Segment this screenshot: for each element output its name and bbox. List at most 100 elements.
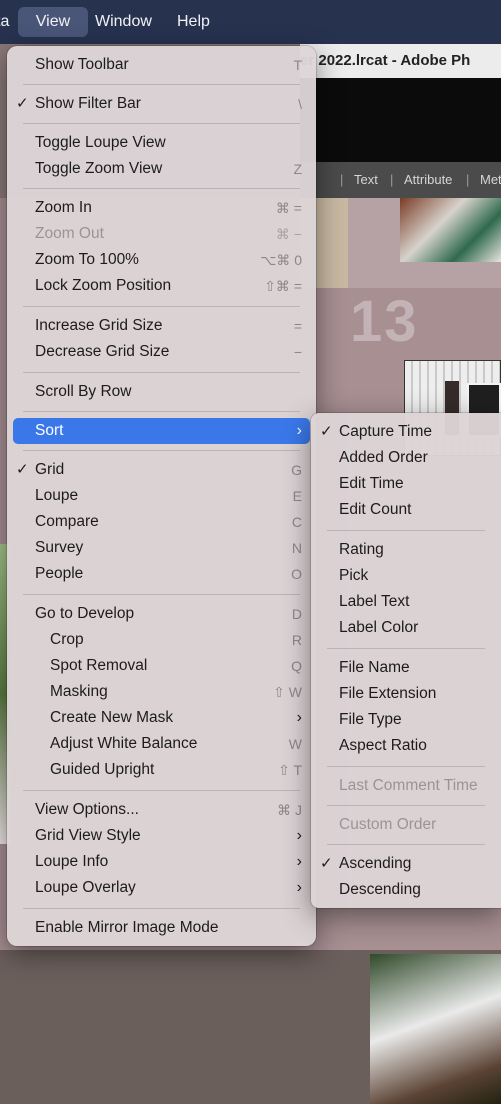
photo-thumbnail[interactable] [400, 198, 501, 262]
sort-item-aspect-ratio[interactable]: Aspect Ratio [317, 733, 501, 759]
menu-item-compare[interactable]: Compare C [13, 509, 310, 535]
sort-item-file-extension[interactable]: File Extension [317, 681, 501, 707]
menu-item-zoom-in[interactable]: Zoom In ⌘ = [13, 195, 310, 221]
filter-metadata-tab[interactable]: Met [480, 162, 501, 198]
menu-item-label: Descending [339, 881, 421, 898]
menu-item-label: Ascending [339, 855, 412, 872]
menu-item-lock-zoom-position[interactable]: Lock Zoom Position ⇧⌘ = [13, 273, 310, 299]
menu-item-crop[interactable]: Crop R [13, 627, 310, 653]
menu-item-label: File Extension [339, 685, 437, 702]
menu-separator [327, 844, 485, 845]
sort-item-capture-time[interactable]: ✓ Capture Time [317, 419, 501, 445]
menu-item-decrease-grid-size[interactable]: Decrease Grid Size − [13, 339, 310, 365]
sort-item-label-text[interactable]: Label Text [317, 589, 501, 615]
shortcut-label: ⌘ = [275, 200, 302, 216]
menu-separator [23, 594, 300, 595]
menu-item-people[interactable]: People O [13, 561, 310, 587]
menu-item-guided-upright[interactable]: Guided Upright ⇧ T [13, 757, 310, 783]
menu-item-loupe-info[interactable]: Loupe Info › [13, 849, 310, 875]
sort-item-label-color[interactable]: Label Color [317, 615, 501, 641]
menu-item-label: Toggle Zoom View [35, 160, 163, 177]
filter-text-tab[interactable]: Text [354, 162, 378, 198]
menu-item-label: Loupe [35, 487, 79, 504]
shortcut-label: ⌘ − [275, 226, 302, 242]
menu-item-enable-mirror-image-mode[interactable]: Enable Mirror Image Mode [13, 915, 310, 941]
shortcut-label: Z [293, 161, 302, 177]
menu-separator [23, 908, 300, 909]
menu-item-loupe-overlay[interactable]: Loupe Overlay › [13, 875, 310, 901]
sort-submenu: ✓ Capture Time Added Order Edit Time Edi… [311, 413, 501, 908]
shortcut-label: ⇧⌘ = [264, 278, 302, 294]
shortcut-label: ⇧ T [278, 762, 302, 778]
menu-item-create-new-mask[interactable]: Create New Mask › [13, 705, 310, 731]
shortcut-label: ⇧ W [273, 684, 302, 700]
menubar-item-view[interactable]: View [18, 7, 88, 37]
photo-thumbnail[interactable] [370, 954, 501, 1104]
menubar-item-help[interactable]: Help [177, 0, 210, 44]
menu-item-masking[interactable]: Masking ⇧ W [13, 679, 310, 705]
sort-item-file-name[interactable]: File Name [317, 655, 501, 681]
menubar-item-window[interactable]: Window [95, 0, 152, 44]
sort-item-edit-time[interactable]: Edit Time [317, 471, 501, 497]
menu-item-go-to-develop[interactable]: Go to Develop D [13, 601, 310, 627]
shortcut-label: O [291, 566, 302, 582]
menu-item-label: Pick [339, 567, 369, 584]
menu-item-show-filter-bar[interactable]: ✓ Show Filter Bar \ [13, 91, 310, 117]
menu-item-sort[interactable]: Sort › [13, 418, 310, 444]
checkmark-icon: ✓ [320, 855, 333, 872]
menu-item-label: Label Color [339, 619, 419, 636]
menu-item-label: Custom Order [339, 816, 437, 833]
menu-item-label: Lock Zoom Position [35, 277, 172, 294]
sort-item-edit-count[interactable]: Edit Count [317, 497, 501, 523]
sort-item-pick[interactable]: Pick [317, 563, 501, 589]
menu-item-label: Grid [35, 461, 65, 478]
shortcut-label: \ [298, 96, 302, 112]
menu-item-label: Crop [50, 631, 84, 648]
menu-item-label: Increase Grid Size [35, 317, 163, 334]
filter-separator: | [390, 172, 394, 187]
menu-item-label: Decrease Grid Size [35, 343, 170, 360]
shortcut-label: E [292, 488, 302, 504]
menu-item-survey[interactable]: Survey N [13, 535, 310, 561]
menu-item-toggle-zoom-view[interactable]: Toggle Zoom View Z [13, 156, 310, 182]
menu-item-label: Capture Time [339, 423, 433, 440]
shortcut-label: Q [291, 658, 302, 674]
menu-item-show-toolbar[interactable]: Show Toolbar T [13, 52, 310, 78]
menu-separator [327, 805, 485, 806]
menubar-item-metadata[interactable]: ta [0, 0, 9, 44]
menu-item-grid[interactable]: ✓ Grid G [13, 457, 310, 483]
menu-item-label: Zoom In [35, 199, 92, 216]
menu-item-grid-view-style[interactable]: Grid View Style › [13, 823, 310, 849]
menu-item-label: File Name [339, 659, 410, 676]
menu-item-label: Last Comment Time [339, 777, 478, 794]
menu-item-loupe[interactable]: Loupe E [13, 483, 310, 509]
menu-item-adjust-white-balance[interactable]: Adjust White Balance W [13, 731, 310, 757]
shortcut-label: N [291, 540, 302, 556]
sort-item-file-type[interactable]: File Type [317, 707, 501, 733]
filter-attribute-tab[interactable]: Attribute [404, 162, 452, 198]
checkmark-icon: ✓ [320, 423, 333, 440]
grid-cell-index: 13 [350, 289, 419, 354]
shortcut-label: G [291, 462, 302, 478]
menu-item-scroll-by-row[interactable]: Scroll By Row [13, 379, 310, 405]
menu-item-label: Rating [339, 541, 384, 558]
chevron-right-icon: › [296, 879, 302, 896]
menu-item-increase-grid-size[interactable]: Increase Grid Size = [13, 313, 310, 339]
sort-item-rating[interactable]: Rating [317, 537, 501, 563]
window-title: er 2022.lrcat - Adobe Ph [300, 44, 501, 78]
menu-item-zoom-to-100[interactable]: Zoom To 100% ⌥⌘ 0 [13, 247, 310, 273]
menu-item-spot-removal[interactable]: Spot Removal Q [13, 653, 310, 679]
menu-item-toggle-loupe-view[interactable]: Toggle Loupe View [13, 130, 310, 156]
menu-item-label: Grid View Style [35, 827, 141, 844]
sort-item-custom-order: Custom Order [317, 812, 501, 838]
sort-item-descending[interactable]: Descending [317, 877, 501, 903]
menu-item-label: Guided Upright [50, 761, 155, 778]
menu-item-label: File Type [339, 711, 402, 728]
sort-item-ascending[interactable]: ✓ Ascending [317, 851, 501, 877]
sort-item-added-order[interactable]: Added Order [317, 445, 501, 471]
menu-item-view-options[interactable]: View Options... ⌘ J [13, 797, 310, 823]
menu-item-label: View Options... [35, 801, 139, 818]
menu-separator [23, 450, 300, 451]
menu-item-label: Go to Develop [35, 605, 135, 622]
chevron-right-icon: › [296, 827, 302, 844]
